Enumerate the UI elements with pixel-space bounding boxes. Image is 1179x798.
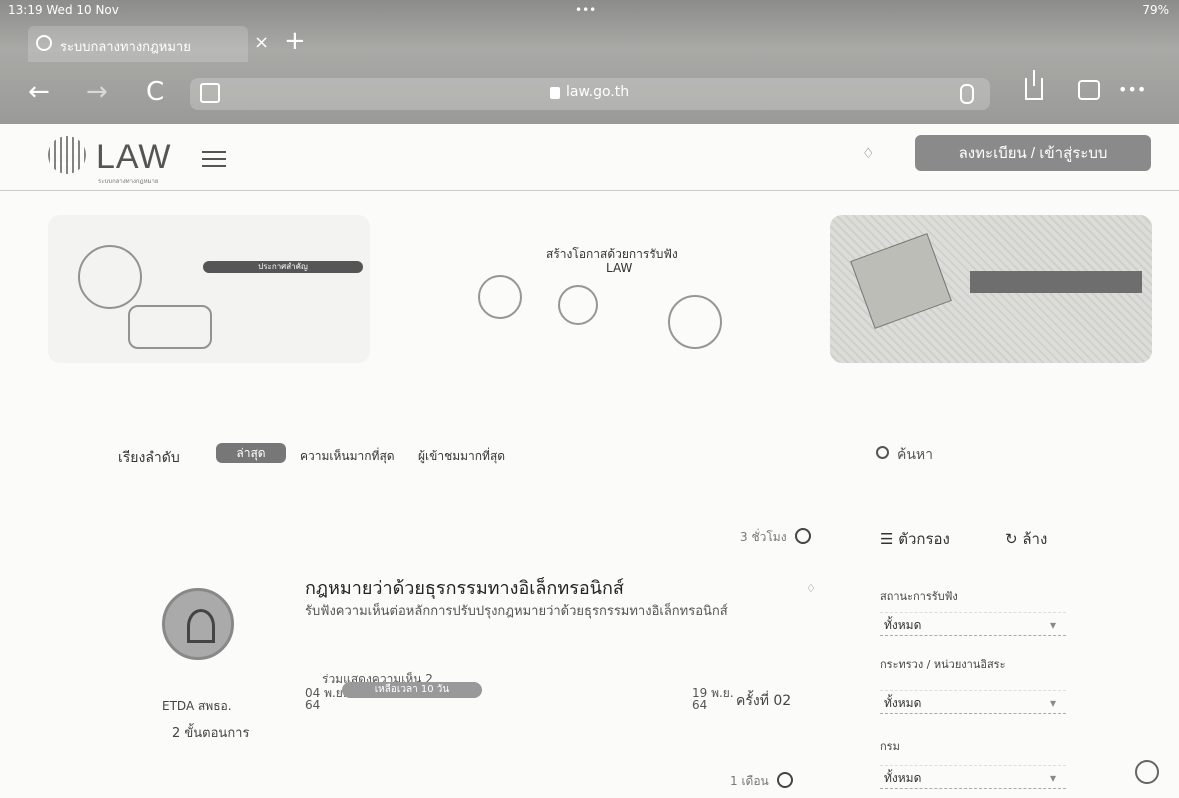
login-register-button[interactable]: ลงทะเบียน / เข้าสู่ระบบ (915, 135, 1151, 171)
agency-avatar (162, 588, 234, 660)
chevron-down-icon: ▾ (1049, 771, 1056, 785)
item-round: ครั้งที่ 02 (736, 693, 792, 709)
agency-filter-value: ทั้งหมด (884, 696, 922, 710)
status-bar: 13:19 Wed 10 Nov ••• 79% (0, 0, 1179, 20)
new-tab-icon[interactable]: + (284, 26, 306, 56)
more-options-icon[interactable]: ••• (1118, 80, 1146, 99)
banner-law-system[interactable] (830, 215, 1152, 363)
url-text: law.go.th (566, 84, 630, 100)
clear-label: ล้าง (1022, 530, 1048, 548)
time-remaining-badge: เหลือเวลา 10 วัน (342, 682, 482, 698)
lock-icon (550, 87, 560, 99)
next-item-meta: 1 เดือน (730, 772, 793, 791)
search-box[interactable]: ค้นหา (876, 444, 933, 466)
navigation-row: ← → C law.go.th (0, 72, 1179, 116)
banner-strip (970, 271, 1142, 293)
search-icon (876, 446, 889, 459)
agency-filter-label: กระทรวง / หน่วยงานอิสระ (880, 658, 1006, 671)
tabs-overview-icon[interactable] (1078, 80, 1100, 100)
reload-icon[interactable]: C (146, 78, 164, 106)
banner-public-hearing[interactable]: สร้างโอกาสด้วยการรับฟัง LAW (438, 215, 768, 363)
next-item-meta-text: 1 เดือน (730, 774, 769, 788)
filter-label: ตัวกรอง (898, 530, 950, 548)
sort-option-most-comments[interactable]: ความเห็นมากที่สุด (300, 447, 395, 466)
chevron-down-icon: ▾ (1049, 618, 1056, 632)
search-input[interactable]: ค้นหา (897, 447, 933, 463)
agency-filter-select[interactable]: ทั้งหมด ▾ (880, 690, 1066, 714)
sort-label: เรียงลำดับ (118, 450, 180, 466)
dept-filter-select[interactable]: ทั้งหมด ▾ (880, 765, 1066, 789)
banner-illustration (668, 295, 722, 349)
microphone-icon[interactable] (960, 84, 974, 104)
banner-logo: LAW (606, 261, 633, 275)
address-bar[interactable]: law.go.th (190, 78, 990, 110)
site-header: LAW ระบบกลางทางกฎหมาย ♢ ลงทะเบียน / เข้า… (0, 124, 1179, 191)
cookie-icon[interactable] (1135, 760, 1159, 784)
status-filter-label: สถานะการรับฟัง (880, 590, 958, 603)
dept-filter-value: ทั้งหมด (884, 771, 922, 785)
sort-option-latest[interactable]: ล่าสุด (216, 443, 286, 463)
dept-filter-label: กรม (880, 740, 900, 753)
item-description: รับฟังความเห็นต่อหลักการปรับปรุงกฎหมายว่… (305, 604, 728, 619)
banner-illustration (558, 285, 598, 325)
reader-view-icon[interactable] (200, 83, 220, 103)
item-end-year: 64 (692, 698, 708, 712)
item-meta-text: 3 ชั่วโมง (740, 530, 787, 544)
tab-title: ระบบกลางทางกฎหมาย (60, 40, 191, 55)
browser-chrome: 13:19 Wed 10 Nov ••• 79% ระบบกลางทางกฎหม… (0, 0, 1179, 124)
agency-name: ETDA สพธอ. (162, 699, 232, 713)
diamond-icon[interactable]: ♢ (806, 582, 816, 595)
clear-filters-button[interactable]: ↻ ล้าง (1005, 527, 1047, 551)
share-icon[interactable] (1025, 70, 1043, 100)
logo-subtitle: ระบบกลางทางกฎหมาย (98, 178, 159, 185)
site-favicon-icon (36, 35, 52, 51)
logo-globe-icon (48, 136, 86, 174)
status-time: 13:19 Wed 10 Nov (8, 3, 119, 17)
chevron-down-icon: ▾ (1049, 696, 1056, 710)
status-filter-select[interactable]: ทั้งหมด ▾ (880, 612, 1066, 636)
status-dots: ••• (575, 3, 597, 17)
banner-illustration (78, 245, 142, 309)
clock-icon (794, 528, 811, 544)
battery-indicator: 79% (1142, 3, 1169, 17)
browser-tab[interactable]: ระบบกลางทางกฎหมาย (28, 26, 248, 62)
back-arrow-icon[interactable]: ← (28, 78, 50, 106)
item-steps: 2 ขั้นตอนการ (172, 726, 250, 741)
logo-text: LAW (96, 138, 172, 176)
sort-option-most-views[interactable]: ผู้เข้าชมมากที่สุด (418, 447, 505, 466)
banner-illustration (850, 233, 952, 329)
item-meta: 3 ชั่วโมง (740, 528, 811, 547)
item-start-year: 64 (305, 698, 321, 712)
banner-announcement[interactable]: ประกาศสำคัญ (48, 215, 370, 363)
item-title[interactable]: กฎหมายว่าด้วยธุรกรรมทางอิเล็กทรอนิกส์ (305, 573, 624, 602)
banner-tag: ประกาศสำคัญ (203, 261, 363, 273)
diamond-icon[interactable]: ♢ (862, 146, 875, 162)
tab-close-icon[interactable]: × (254, 32, 269, 53)
filter-toggle[interactable]: ☰ ตัวกรอง (880, 527, 950, 551)
banner-illustration (478, 275, 522, 319)
status-filter-value: ทั้งหมด (884, 618, 922, 632)
hamburger-menu-icon[interactable] (202, 146, 226, 172)
forward-arrow-icon[interactable]: → (86, 78, 108, 106)
banner-illustration (128, 305, 212, 349)
clock-icon (776, 772, 793, 788)
